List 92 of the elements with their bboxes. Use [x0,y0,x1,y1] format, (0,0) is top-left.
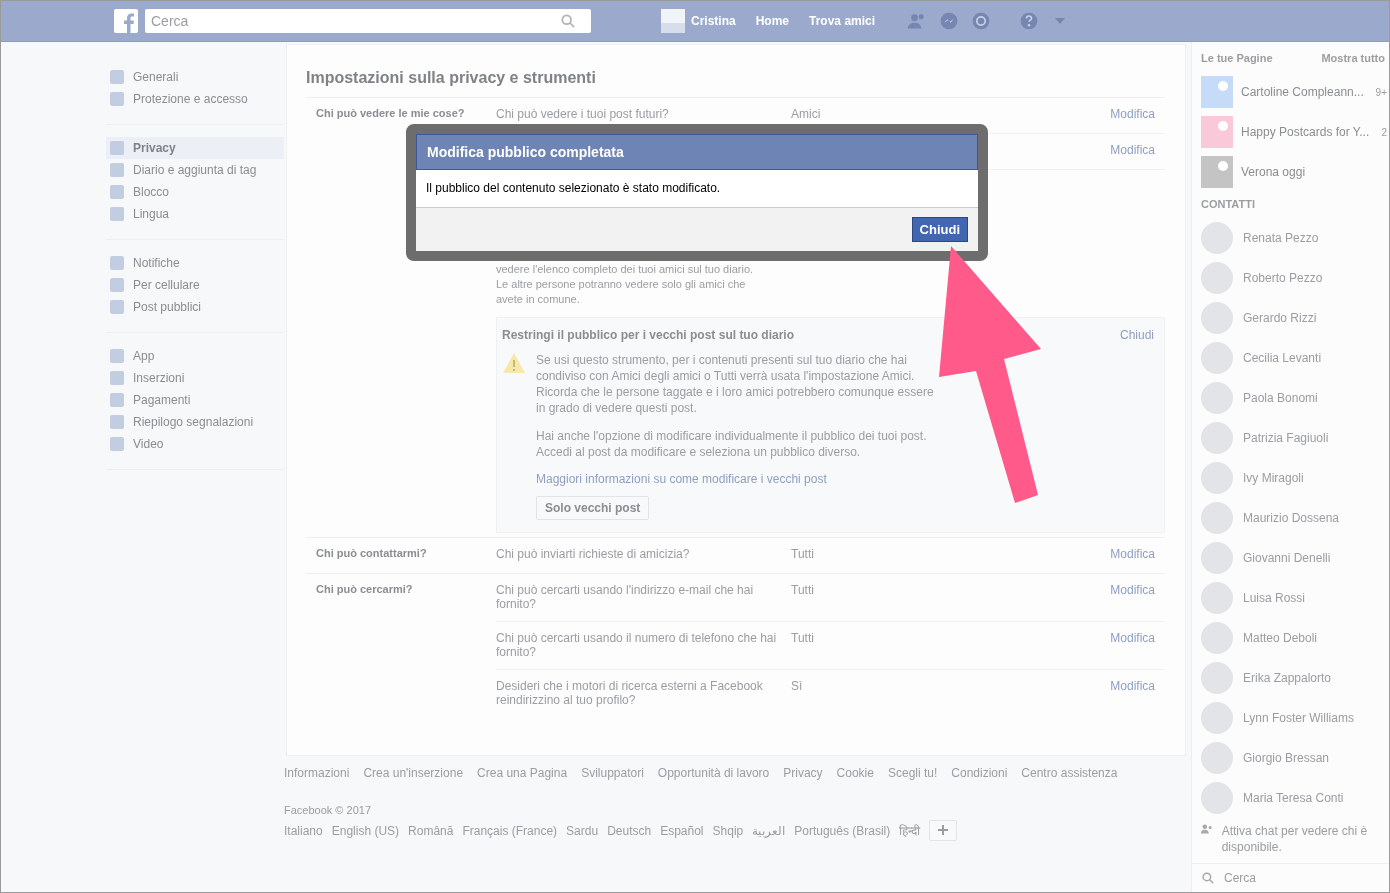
edit-link[interactable]: Modifica [1110,583,1155,611]
nav-item[interactable]: Blocco [106,181,284,203]
nav-item[interactable]: Riepilogo segnalazioni [106,411,284,433]
language-link[interactable]: Sardu [566,823,599,838]
nav-item[interactable]: Lingua [106,203,284,225]
contact-item[interactable]: Maurizio Dossena [1201,498,1389,538]
tool-paragraph: Hai anche l'opzione di modificare individualmente il pubblico dei tuoi post. Accedi al post da modificare e seleziona un pubblico diverso. [536,428,928,460]
contact-item[interactable]: Cecilia Levanti [1201,338,1389,378]
footer-link[interactable]: Condizioni [951,766,1008,780]
setting-value: Tutti [791,631,815,647]
footer-link[interactable]: Centro assistenza [1021,766,1118,780]
setting-description: vedere l'elenco completo dei tuoi amici sul tuo diario. Le altre persone potranno vedere solo gli amici che avete in comune. [496,262,755,307]
section-label: Chi può cercarmi? [315,582,414,597]
contact-item[interactable]: Giovanni Denelli [1201,538,1389,578]
setting-value: Tutti [791,547,815,563]
footer-link[interactable]: Cookie [836,766,874,780]
setting-question: Chi può inviarti richieste di amicizia? [496,547,691,563]
nav-item[interactable]: Video [106,433,284,455]
edit-link[interactable]: Modifica [1110,631,1155,659]
info-link[interactable]: Maggiori informazioni su come modificare i vecchi post [536,472,827,486]
page-item[interactable]: Cartoline Compleann... 9+ [1201,72,1389,112]
edit-link[interactable]: Modifica [1110,107,1155,123]
setting-question: Desideri che i motori di ricerca esterni a Facebook reindirizzino al tuo profilo? [496,679,764,707]
setting-question: Chi può cercarti usando l'indirizzo e-mail che hai fornito? [496,583,755,611]
show-all-link[interactable]: Mostra tutto [1321,52,1385,64]
language-link[interactable]: Português (Brasil) [794,823,891,838]
contact-item[interactable]: Giorgio Bressan [1201,738,1389,778]
old-posts-button[interactable]: Solo vecchi post [536,496,650,520]
footer-link[interactable]: Informazioni [284,766,350,780]
setting-question: Chi può cercarti usando il numero di telefono che hai fornito? [496,631,778,659]
footer-link[interactable]: Crea una Pagina [477,766,568,780]
page-title: Impostazioni sulla privacy e strumenti [306,69,597,87]
setting-value: Tutti [791,583,815,599]
footer-link[interactable]: Opportunità di lavoro [657,766,770,780]
edit-link[interactable]: Modifica [1110,679,1155,707]
dialog-title: Modifica pubblico completata [416,134,978,170]
tool-paragraph: Se usi questo strumento, per i contenuti presenti sul tuo diario che hai condiviso con Amici degli amici o Tutti verrà usata l'impostazione Amici. Ricorda che le persone taggate e i loro amici potrebbero comunque essere in grado di vedere questi post. [536,352,935,416]
contact-item[interactable]: Gerardo Rizzi [1201,298,1389,338]
contact-item[interactable]: Ivy Miragoli [1201,458,1389,498]
contact-item[interactable]: Patrizia Fagiuoli [1201,418,1389,458]
tool-heading: Restringi il pubblico per i vecchi post sul tuo diario [502,328,795,342]
section-label: Chi può contattarmi? [315,546,428,561]
nav-item[interactable]: App [106,345,284,367]
contact-item[interactable]: Luisa Rossi [1201,578,1389,618]
nav-item[interactable]: Per cellulare [106,274,284,296]
close-link[interactable]: Chiudi [1119,328,1154,342]
nav-item[interactable]: Inserzioni [106,367,284,389]
nav-item[interactable]: Notifiche [106,252,284,274]
profile-link[interactable]: Cristina [691,14,736,28]
footer-link[interactable]: Crea un'inserzione [363,766,464,780]
footer-link[interactable]: Scegli tu! [887,766,938,780]
footer-link[interactable]: Sviluppatori [581,766,644,780]
nav-item[interactable]: Post pubblici [106,296,284,318]
contact-item[interactable]: Renata Pezzo [1201,218,1389,258]
language-link[interactable]: Español [660,823,704,838]
chat-search-field[interactable]: Cerca [1222,870,1366,886]
footer-link[interactable]: Privacy [783,766,823,780]
language-link[interactable]: Français (France) [462,823,558,838]
language-link[interactable]: हिन्दी [899,822,921,839]
contacts-heading: CONTATTI [1201,198,1256,210]
copyright-text: Facebook © 2017 [284,804,372,816]
page-item[interactable]: Happy Postcards for Y... 2 [1201,112,1389,152]
nav-item[interactable]: Generali [106,66,284,88]
edit-link[interactable]: Modifica [1110,547,1155,563]
contact-item[interactable]: Paola Bonomi [1201,378,1389,418]
nav-link[interactable]: Home [755,14,790,28]
language-link[interactable]: Shqip [712,823,744,838]
search-field[interactable]: Cerca [145,9,591,33]
chat-note: Attiva chat per vedere chi è disponibile. [1221,823,1369,855]
language-link[interactable]: English (US) [331,823,400,838]
nav-item[interactable]: Protezione e accesso [106,88,284,110]
nav-item[interactable]: Pagamenti [106,389,284,411]
pages-heading: Le tue Pagine [1201,52,1273,64]
language-link[interactable]: Italiano [284,823,323,838]
nav-item[interactable]: Privacy [106,137,284,159]
language-link[interactable]: Română [408,823,454,838]
contact-item[interactable]: Lynn Foster Williams [1201,698,1389,738]
language-link[interactable]: العربية [752,823,786,838]
close-button[interactable]: Chiudi [911,217,968,242]
page-item[interactable]: Verona oggi [1201,152,1389,192]
contact-item[interactable]: Roberto Pezzo [1201,258,1389,298]
setting-value: Amici [791,107,822,123]
setting-question: Chi può vedere i tuoi post futuri? [496,107,670,123]
contact-item[interactable]: Maria Teresa Conti [1201,778,1389,815]
section-label: Chi può vedere le mie cose? [315,106,466,121]
nav-item[interactable]: Diario e aggiunta di tag [106,159,284,181]
nav-link[interactable]: Trova amici [809,14,876,28]
language-link[interactable]: Deutsch [607,823,652,838]
setting-value: Sì [791,679,804,695]
edit-link[interactable]: Modifica [1110,143,1155,159]
contact-item[interactable]: Matteo Deboli [1201,618,1389,658]
contact-item[interactable]: Erika Zappalorto [1201,658,1389,698]
